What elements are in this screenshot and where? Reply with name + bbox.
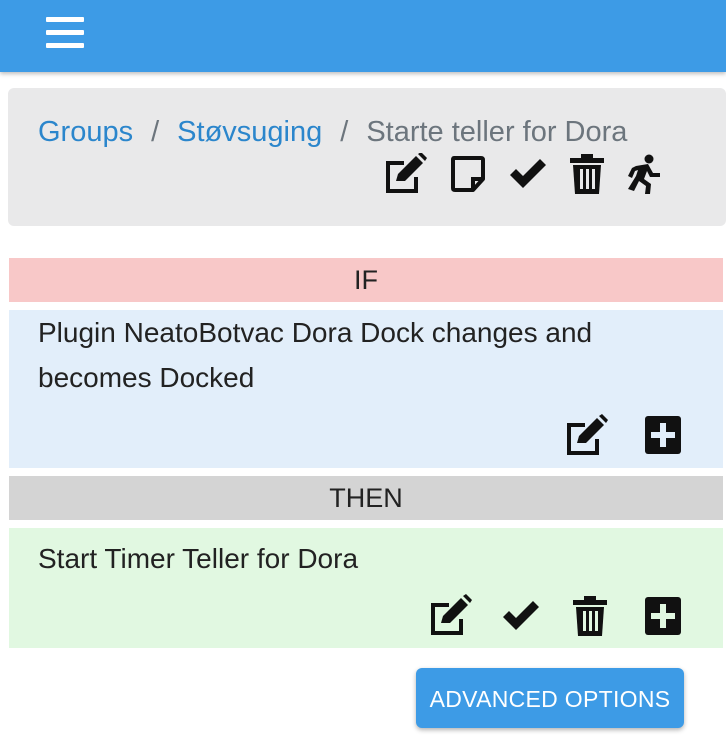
menu-line [46,17,84,22]
breadcrumb-current: Starte teller for Dora [366,116,628,148]
breadcrumb-link-groups[interactable]: Groups [38,116,133,148]
menu-line [46,30,84,35]
add-icon[interactable] [645,416,681,454]
top-app-bar [0,0,726,72]
breadcrumb-separator: / [151,116,160,148]
trash-icon[interactable] [570,154,604,194]
breadcrumb-separator: / [340,116,349,148]
if-condition-panel: Plugin NeatoBotvac Dora Dock changes and… [9,310,723,468]
breadcrumb: Groups / Støvsuging / Starte teller for Dora [38,114,627,150]
edit-icon[interactable] [382,153,428,195]
edit-icon[interactable] [427,594,473,638]
run-icon[interactable] [626,154,662,194]
if-header: IF [9,258,723,302]
hamburger-menu-icon[interactable] [46,14,84,48]
check-icon[interactable] [501,600,541,632]
breadcrumb-panel: Groups / Støvsuging / Starte teller for Dora [8,88,726,226]
edit-icon[interactable] [563,414,609,458]
add-icon[interactable] [645,597,681,635]
note-icon[interactable] [450,155,486,193]
menu-line [46,43,84,48]
advanced-options-button[interactable]: ADVANCED OPTIONS [416,668,684,728]
trash-icon[interactable] [573,596,607,636]
then-action-panel: Start Timer Teller for Dora [9,528,723,648]
check-icon[interactable] [508,158,548,190]
then-action-text: Start Timer Teller for Dora [38,543,359,574]
breadcrumb-link-group[interactable]: Støvsuging [177,116,322,148]
if-condition-text: Plugin NeatoBotvac Dora Dock changes and… [38,317,593,393]
then-header: THEN [9,476,723,520]
